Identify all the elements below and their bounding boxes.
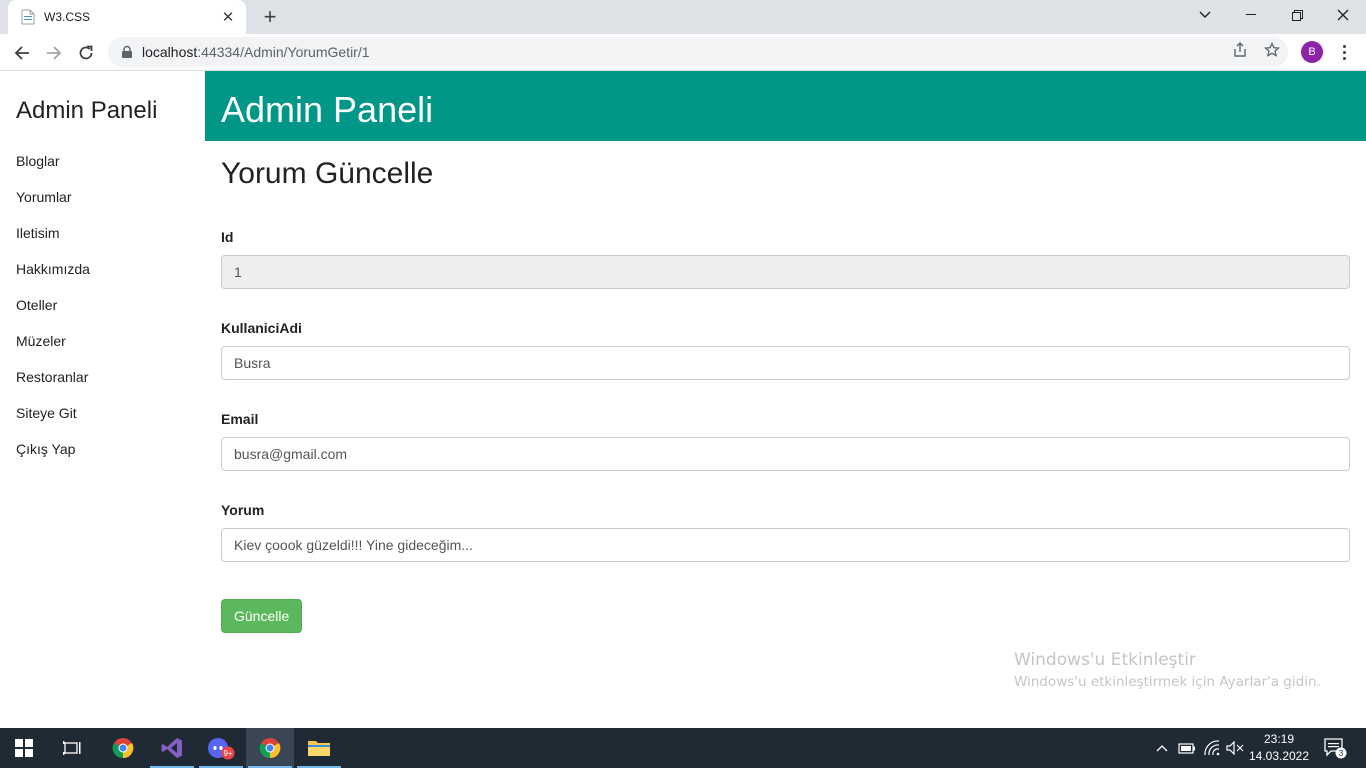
update-comment-form: Yorum Güncelle Id KullaniciAdi Email Yor… [221,157,1350,633]
field-group-id: Id [221,227,1350,306]
id-field [221,255,1350,289]
activation-watermark: Windows'u Etkinleştir Windows'u etkinleş… [1014,650,1321,690]
close-tab-icon[interactable]: ✕ [220,9,236,26]
sidebar-item-muzeler[interactable]: Müzeler [0,323,205,359]
page: Admin Paneli Bloglar Yorumlar Iletisim H… [0,71,1366,728]
file-explorer-icon[interactable] [295,728,343,768]
network-icon[interactable] [1202,728,1222,768]
windows-start-icon[interactable] [0,728,48,768]
field-group-username: KullaniciAdi [221,318,1350,397]
bookmark-star-icon[interactable] [1263,41,1281,59]
sidebar-title: Admin Paneli [16,97,158,124]
restore-icon[interactable] [1274,0,1320,30]
discord-badge: 9+ [223,749,232,758]
close-window-icon[interactable] [1320,0,1366,30]
comment-field[interactable] [221,528,1350,562]
back-icon[interactable] [8,39,36,67]
sidebar: Admin Paneli Bloglar Yorumlar Iletisim H… [0,71,205,728]
taskbar: 9+ 23:19 14.03.2022 3 [0,728,1366,768]
battery-icon[interactable] [1177,728,1197,768]
sidebar-item-yorumlar[interactable]: Yorumlar [0,179,205,215]
watermark-title: Windows'u Etkinleştir [1014,650,1196,670]
sidebar-item-iletisim[interactable]: Iletisim [0,215,205,251]
url-path: :44334/Admin/YorumGetir/1 [197,44,370,60]
clock-time: 23:19 [1263,732,1295,746]
profile-avatar[interactable]: B [1301,41,1323,63]
url-host: localhost [142,44,198,60]
field-group-email: Email [221,409,1350,488]
sidebar-item-bloglar[interactable]: Bloglar [0,143,205,179]
new-tab-icon[interactable]: + [258,4,282,29]
browser-tabstrip: W3.CSS ✕ + [0,0,1366,34]
page-icon [20,9,36,25]
field-group-comment: Yorum [221,500,1350,579]
discord-icon[interactable]: 9+ [197,728,245,768]
sidebar-menu: Bloglar Yorumlar Iletisim Hakkımızda Ote… [0,143,205,467]
browser-menu-icon[interactable] [1336,41,1352,63]
email-field[interactable] [221,437,1350,471]
username-label: KullaniciAdi [221,320,302,336]
chrome-active-taskbar-icon[interactable] [246,728,294,768]
share-icon[interactable] [1231,41,1249,59]
minimize-icon[interactable] [1228,0,1274,30]
notifications-icon[interactable]: 3 [1320,728,1350,768]
sidebar-item-hakkimizda[interactable]: Hakkımızda [0,251,205,287]
url-text: localhost:44334/Admin/YorumGetir/1 [142,44,370,60]
sidebar-item-siteye-git[interactable]: Siteye Git [0,395,205,431]
reload-icon[interactable] [72,39,100,67]
system-clock[interactable]: 23:19 14.03.2022 [1248,731,1310,765]
show-hidden-icons-icon[interactable] [1154,728,1170,768]
id-label: Id [221,229,234,245]
notification-count: 3 [1339,749,1344,758]
browser-tab[interactable]: W3.CSS ✕ [8,0,246,34]
address-bar[interactable]: localhost:44334/Admin/YorumGetir/1 [108,37,1288,67]
volume-muted-icon[interactable] [1225,728,1245,768]
sidebar-item-restoranlar[interactable]: Restoranlar [0,359,205,395]
update-button[interactable]: Güncelle [221,599,303,633]
email-label: Email [221,411,259,427]
sidebar-item-cikis-yap[interactable]: Çıkış Yap [0,431,205,467]
page-header: Admin Paneli [205,71,1366,141]
clock-date: 14.03.2022 [1248,749,1310,763]
form-title: Yorum Güncelle [221,157,434,190]
watermark-subtitle: Windows'u etkinleştirmek için Ayarlar'a … [1014,674,1321,690]
comment-label: Yorum [221,502,265,518]
tab-title: W3.CSS [44,10,91,24]
username-field[interactable] [221,346,1350,380]
tab-search-icon[interactable] [1182,0,1228,30]
lock-icon [122,45,132,58]
task-view-icon[interactable] [48,728,96,768]
header-title: Admin Paneli [221,89,434,130]
visual-studio-icon[interactable] [148,728,196,768]
sidebar-item-oteller[interactable]: Oteller [0,287,205,323]
forward-icon[interactable] [40,39,68,67]
browser-toolbar: localhost:44334/Admin/YorumGetir/1 B [0,34,1366,71]
chrome-taskbar-icon[interactable] [99,728,147,768]
